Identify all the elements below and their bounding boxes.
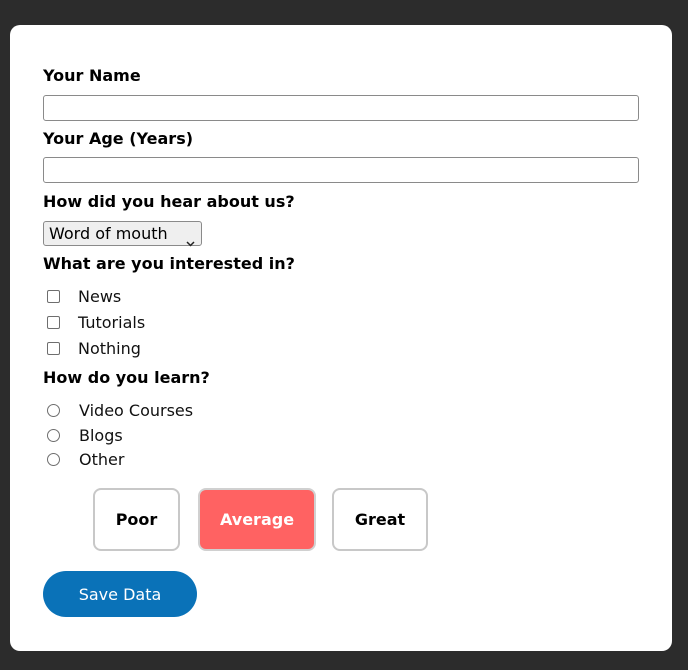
chevron-down-icon [186, 230, 195, 253]
interest-option-label: Nothing [78, 339, 141, 358]
learn-option-label: Other [79, 450, 125, 469]
blogs-radio[interactable] [47, 429, 60, 442]
referral-select[interactable]: Word of mouth [43, 221, 202, 247]
rating-great-button[interactable]: Great [332, 488, 428, 551]
nothing-checkbox[interactable] [47, 342, 60, 355]
learn-option-label: Video Courses [79, 401, 194, 420]
name-input[interactable] [43, 95, 639, 121]
tutorials-checkbox[interactable] [47, 316, 60, 329]
learn-option-label: Blogs [79, 426, 123, 445]
save-data-button[interactable]: Save Data [43, 571, 197, 617]
other-radio[interactable] [47, 453, 60, 466]
rating-poor-button[interactable]: Poor [93, 488, 180, 551]
name-label: Your Name [43, 66, 141, 85]
interest-option-label: Tutorials [78, 313, 146, 332]
news-checkbox[interactable] [47, 290, 60, 303]
interest-option-label: News [78, 287, 122, 306]
referral-selected-value: Word of mouth [49, 224, 168, 243]
form-card: Your Name Your Age (Years) How did you h… [10, 25, 672, 651]
age-label: Your Age (Years) [43, 129, 194, 148]
referral-label: How did you hear about us? [43, 192, 295, 211]
learn-label: How do you learn? [43, 368, 210, 387]
rating-average-button[interactable]: Average [198, 488, 316, 551]
age-input[interactable] [43, 157, 639, 183]
interests-label: What are you interested in? [43, 254, 295, 273]
video-courses-radio[interactable] [47, 404, 60, 417]
